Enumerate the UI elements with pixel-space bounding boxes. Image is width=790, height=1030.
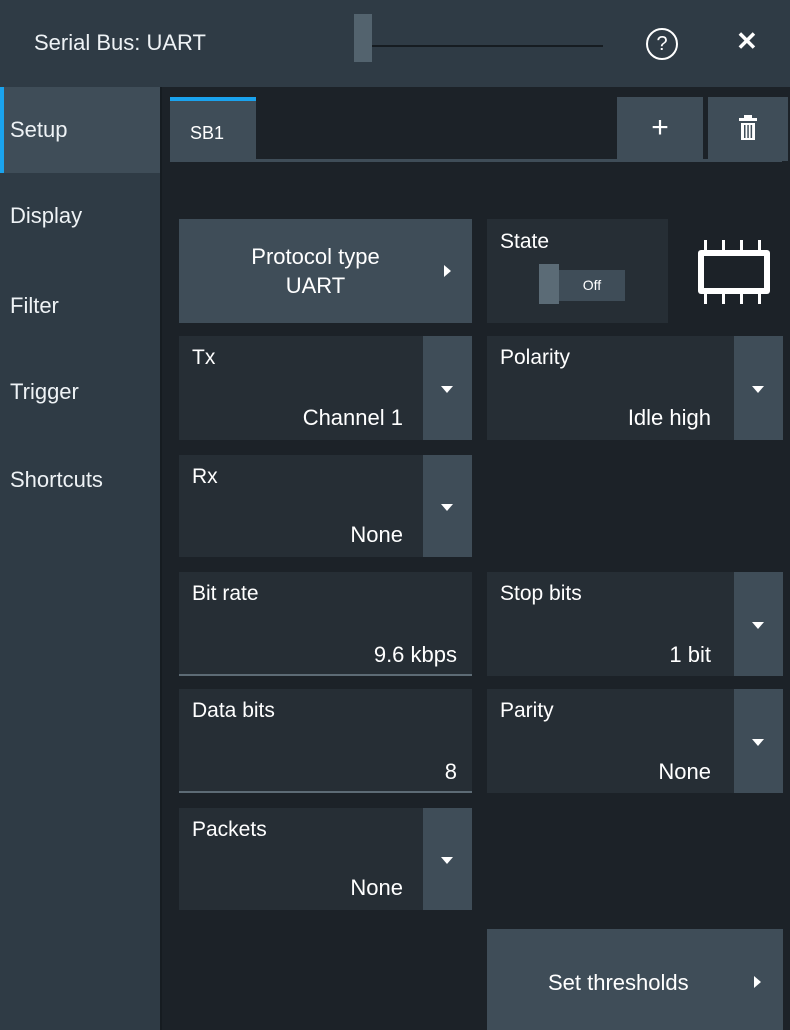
chevron-down-icon: [441, 857, 453, 864]
transparency-slider-handle[interactable]: [354, 14, 372, 62]
chevron-right-icon: [754, 976, 761, 988]
bit-rate-label: Bit rate: [192, 582, 259, 605]
transparency-slider-track[interactable]: [355, 45, 603, 47]
chevron-down-icon: [752, 386, 764, 393]
sidebar-item-shortcuts[interactable]: Shortcuts: [0, 467, 160, 493]
tab-sb1[interactable]: SB1: [170, 97, 256, 161]
stop-bits-value: 1 bit: [669, 642, 711, 667]
stop-bits-label: Stop bits: [500, 582, 582, 605]
state-toggle-knob[interactable]: [539, 264, 559, 304]
protocol-type-button[interactable]: [179, 219, 472, 323]
sidebar-item-trigger[interactable]: Trigger: [0, 379, 160, 405]
state-label: State: [500, 230, 550, 253]
set-thresholds-label: Set thresholds: [548, 970, 689, 995]
polarity-label: Polarity: [500, 346, 571, 369]
sidebar-item-display[interactable]: Display: [0, 203, 160, 229]
bit-rate-value: 9.6 kbps: [373, 642, 457, 667]
data-bits-underline: [179, 791, 472, 793]
help-icon[interactable]: ?: [646, 28, 678, 60]
chip-icon: [690, 232, 780, 312]
sidebar-divider: [160, 87, 162, 1030]
parity-label: Parity: [500, 699, 554, 722]
bit-rate-underline: [179, 674, 472, 676]
chevron-down-icon: [441, 386, 453, 393]
tx-dropdown-button[interactable]: [423, 336, 472, 440]
polarity-value: Idle high: [627, 405, 711, 430]
rx-label: Rx: [192, 465, 218, 488]
packets-value: None: [350, 875, 403, 900]
sidebar-item-setup[interactable]: Setup: [0, 87, 160, 173]
stop-bits-dropdown-button[interactable]: [734, 572, 783, 676]
polarity-dropdown-button[interactable]: [734, 336, 783, 440]
close-icon[interactable]: ✕: [736, 26, 758, 57]
packets-dropdown-button[interactable]: [423, 808, 472, 910]
chevron-down-icon: [752, 622, 764, 629]
rx-value: None: [350, 522, 403, 547]
data-bits-label: Data bits: [192, 699, 275, 722]
trash-icon: [739, 115, 757, 140]
protocol-type-value: UART: [285, 273, 346, 298]
state-toggle[interactable]: Off: [559, 270, 625, 301]
chevron-down-icon: [441, 504, 453, 511]
tx-value: Channel 1: [302, 405, 403, 430]
dialog-title: Serial Bus: UART: [34, 30, 206, 55]
tx-label: Tx: [192, 346, 216, 369]
chevron-right-icon: [444, 265, 451, 277]
data-bits-value: 8: [444, 759, 457, 784]
sidebar-item-filter[interactable]: Filter: [0, 293, 160, 319]
protocol-type-label: Protocol type: [251, 244, 380, 269]
delete-bus-button[interactable]: [708, 97, 788, 161]
chevron-down-icon: [752, 739, 764, 746]
parity-value: None: [658, 759, 711, 784]
parity-dropdown-button[interactable]: [734, 689, 783, 793]
add-bus-button[interactable]: +: [617, 97, 703, 161]
rx-dropdown-button[interactable]: [423, 455, 472, 557]
packets-label: Packets: [192, 818, 267, 841]
